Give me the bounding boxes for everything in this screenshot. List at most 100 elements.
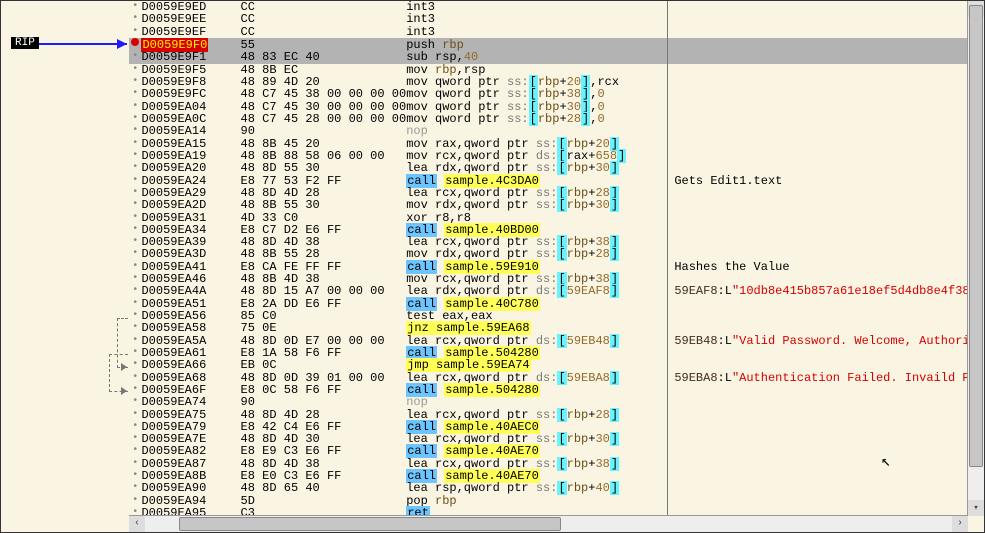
comment-cell[interactable] xyxy=(668,51,984,63)
address-cell[interactable]: D0059EA61 xyxy=(141,347,240,359)
bullet-icon[interactable]: • xyxy=(129,199,141,211)
address-cell[interactable]: D0059EA8B xyxy=(141,470,240,482)
vertical-scrollbar[interactable]: ▴ ▾ xyxy=(967,1,984,516)
disasm-row[interactable]: •D0059EA1948 8B 88 58 06 00 00mov rcx,qw… xyxy=(129,150,984,162)
comment-cell[interactable] xyxy=(668,298,984,310)
bullet-icon[interactable]: • xyxy=(129,322,141,334)
comment-cell[interactable] xyxy=(668,162,984,174)
comment-cell[interactable] xyxy=(668,64,984,76)
disasm-row[interactable]: •D0059EA1490nop xyxy=(129,125,984,137)
comment-cell[interactable] xyxy=(668,236,984,248)
bullet-icon[interactable]: • xyxy=(129,371,141,383)
address-cell[interactable]: D0059EA14 xyxy=(141,125,240,137)
disasm-row[interactable]: •D0059EA5A48 8D 0D E7 00 00 00lea rcx,qw… xyxy=(129,334,984,346)
disasm-row[interactable]: •D0059EA1548 8B 45 20mov rax,qword ptr s… xyxy=(129,137,984,149)
disasm-row[interactable]: •D0059EA9048 8D 65 40lea rsp,qword ptr s… xyxy=(129,482,984,494)
address-cell[interactable]: D0059EA6F xyxy=(141,384,240,396)
comment-cell[interactable] xyxy=(668,495,984,507)
address-cell[interactable]: D0059EA90 xyxy=(141,482,240,494)
horizontal-thumb[interactable] xyxy=(179,517,561,531)
disasm-row[interactable]: •D0059EA5685 C0test eax,eax xyxy=(129,310,984,322)
address-cell[interactable]: D0059EA04 xyxy=(141,101,240,113)
disasm-row[interactable]: •D0059EA945Dpop rbp xyxy=(129,495,984,507)
comment-cell[interactable] xyxy=(668,421,984,433)
comment-cell[interactable] xyxy=(668,470,984,482)
comment-cell[interactable]: 59EAF8:L"10db8e415b857a61e18ef5d4db8e4f3… xyxy=(668,285,984,297)
scroll-right-icon[interactable]: › xyxy=(952,516,968,532)
address-cell[interactable]: D0059E9EF xyxy=(141,26,240,38)
address-cell[interactable]: D0059EA74 xyxy=(141,396,240,408)
bullet-icon[interactable]: • xyxy=(129,495,141,507)
disasm-row[interactable]: •D0059EA0448 C7 45 30 00 00 00 00mov qwo… xyxy=(129,101,984,113)
comment-cell[interactable] xyxy=(668,1,984,13)
disasm-row[interactable]: •D0059EA5875 0Ejnz sample.59EA68 xyxy=(129,322,984,334)
comment-cell[interactable] xyxy=(668,310,984,322)
bullet-icon[interactable]: • xyxy=(129,273,141,285)
address-cell[interactable]: D0059EA41 xyxy=(141,261,240,273)
disasm-row[interactable]: •D0059E9EECCint3 xyxy=(129,13,984,25)
bullet-icon[interactable]: • xyxy=(129,421,141,433)
comment-cell[interactable] xyxy=(668,101,984,113)
bullet-icon[interactable]: • xyxy=(129,470,141,482)
comment-cell[interactable] xyxy=(668,13,984,25)
disasm-row[interactable]: •D0059E9FC48 C7 45 38 00 00 00 00mov qwo… xyxy=(129,88,984,100)
comment-cell[interactable] xyxy=(668,445,984,457)
scroll-down-icon[interactable]: ▾ xyxy=(968,500,984,516)
comment-cell[interactable] xyxy=(668,224,984,236)
disasm-row[interactable]: •D0059EA7E48 8D 4D 30lea rcx,qword ptr s… xyxy=(129,433,984,445)
disasm-row[interactable]: •D0059E9F548 8B ECmov rbp,rsp xyxy=(129,64,984,76)
bullet-icon[interactable]: • xyxy=(129,150,141,162)
bullet-icon[interactable]: • xyxy=(129,334,141,346)
address-cell[interactable]: D0059EA5A xyxy=(141,334,240,346)
disasm-row[interactable]: •D0059E9F148 83 EC 40sub rsp,40 xyxy=(129,51,984,63)
comment-cell[interactable] xyxy=(668,433,984,445)
comment-cell[interactable] xyxy=(668,199,984,211)
address-cell[interactable]: D0059E9FC xyxy=(141,88,240,100)
bullet-icon[interactable]: • xyxy=(129,187,141,199)
comment-cell[interactable] xyxy=(668,76,984,88)
bullet-icon[interactable]: • xyxy=(129,13,141,25)
breakpoint-icon[interactable] xyxy=(129,38,141,51)
bullet-icon[interactable]: • xyxy=(129,445,141,457)
disasm-row[interactable]: •D0059EA7490nop xyxy=(129,396,984,408)
address-cell[interactable]: D0059E9F0 xyxy=(141,38,240,51)
address-cell[interactable]: D0059EA79 xyxy=(141,421,240,433)
disasm-row[interactable]: •D0059EA51E8 2A DD E6 FFcall sample.40C7… xyxy=(129,298,984,310)
disasm-row[interactable]: •D0059EA4648 8B 4D 38mov rcx,qword ptr s… xyxy=(129,273,984,285)
comment-cell[interactable] xyxy=(668,384,984,396)
address-cell[interactable]: D0059EA15 xyxy=(141,137,240,149)
comment-cell[interactable] xyxy=(668,322,984,334)
comment-cell[interactable] xyxy=(668,482,984,494)
disasm-row[interactable]: •D0059E9EFCCint3 xyxy=(129,26,984,38)
disasm-row[interactable]: •D0059EA24E8 77 53 F2 FFcall sample.4C3D… xyxy=(129,174,984,186)
comment-cell[interactable]: Hashes the Value xyxy=(668,261,984,273)
disasm-row[interactable]: •D0059E9EDCCint3 xyxy=(129,1,984,13)
address-cell[interactable]: D0059EA58 xyxy=(141,322,240,334)
comment-cell[interactable] xyxy=(668,113,984,125)
address-cell[interactable]: D0059EA3D xyxy=(141,248,240,260)
bullet-icon[interactable]: • xyxy=(129,347,141,359)
bullet-icon[interactable]: • xyxy=(129,359,141,371)
bullet-icon[interactable]: • xyxy=(129,76,141,88)
bullet-icon[interactable]: • xyxy=(129,248,141,260)
address-cell[interactable]: D0059EA4A xyxy=(141,285,240,297)
address-cell[interactable]: D0059EA34 xyxy=(141,224,240,236)
address-cell[interactable]: D0059EA0C xyxy=(141,113,240,125)
disasm-row[interactable]: •D0059EA66EB 0Cjmp sample.59EA74 xyxy=(129,359,984,371)
comment-cell[interactable] xyxy=(668,26,984,38)
comment-cell[interactable] xyxy=(668,125,984,137)
address-cell[interactable]: D0059EA68 xyxy=(141,371,240,383)
bullet-icon[interactable]: • xyxy=(129,125,141,137)
disasm-row[interactable]: •D0059EA2048 8D 55 30lea rdx,qword ptr s… xyxy=(129,162,984,174)
disasm-row[interactable]: •D0059EA79E8 42 C4 E6 FFcall sample.40AE… xyxy=(129,421,984,433)
comment-cell[interactable]: 59EBA8:L"Authentication Failed. Invaild … xyxy=(668,371,984,383)
disasm-row[interactable]: D0059E9F055push rbp xyxy=(129,38,984,51)
bullet-icon[interactable]: • xyxy=(129,224,141,236)
vertical-thumb[interactable] xyxy=(969,5,983,467)
bullet-icon[interactable]: • xyxy=(129,433,141,445)
bullet-icon[interactable]: • xyxy=(129,26,141,38)
address-cell[interactable]: D0059EA19 xyxy=(141,150,240,162)
address-cell[interactable]: D0059EA82 xyxy=(141,445,240,457)
comment-cell[interactable] xyxy=(668,187,984,199)
disasm-row[interactable]: •D0059E9F848 89 4D 20mov qword ptr ss:[r… xyxy=(129,76,984,88)
